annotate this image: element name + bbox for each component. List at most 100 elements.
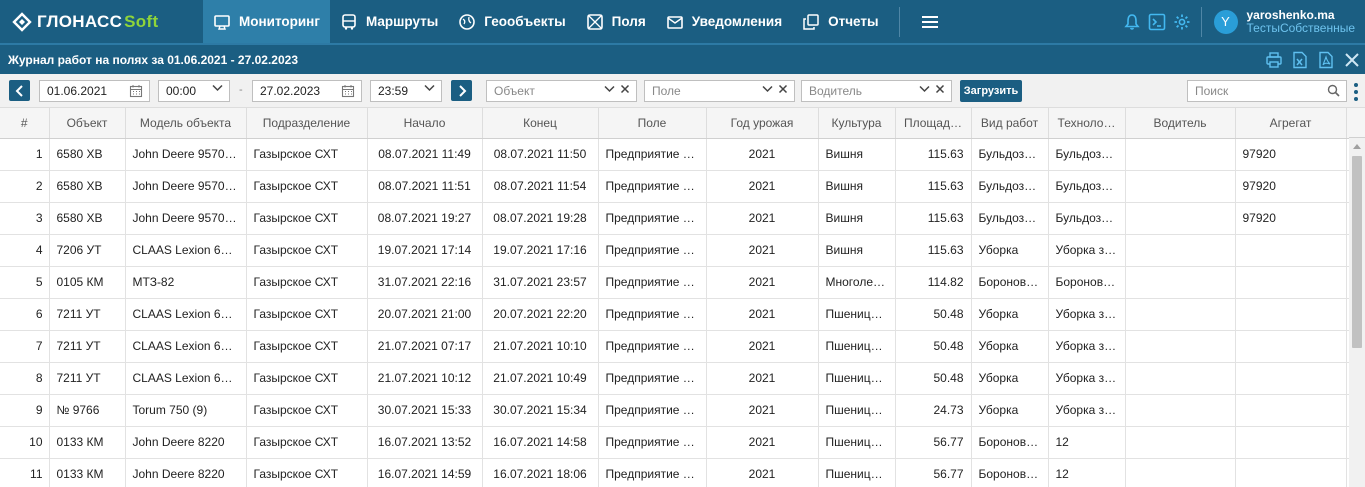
cell-division: Газырское СХТ (246, 394, 368, 427)
clear-icon[interactable] (778, 84, 788, 94)
header-col-technology[interactable]: Техноло… (1048, 108, 1126, 139)
nav-geoobjects[interactable]: Геообъекты (448, 0, 575, 43)
cell-crop: Пшениц… (818, 298, 896, 331)
header-col-field[interactable]: Поле (598, 108, 707, 139)
clear-icon[interactable] (620, 84, 630, 94)
cell-division: Газырское СХТ (246, 458, 368, 487)
cell-implement: 97920 (1235, 138, 1347, 171)
cell-field: Предприятие "… (598, 362, 707, 395)
scroll-up-arrow-icon[interactable] (1353, 144, 1361, 149)
cell-work-type: Уборка (971, 234, 1049, 267)
cell-harvest-year: 2021 (706, 298, 819, 331)
load-button[interactable]: Загрузить (960, 80, 1022, 102)
cell-driver (1125, 138, 1236, 171)
header-col-end[interactable]: Конец (482, 108, 599, 139)
search-input[interactable]: Поиск (1187, 80, 1347, 102)
bus-icon (342, 13, 356, 30)
header-col-work-type[interactable]: Вид работ (971, 108, 1049, 139)
bell-icon[interactable] (1123, 13, 1141, 31)
nav-reports[interactable]: Отчеты (792, 0, 888, 43)
nav-notifications[interactable]: Уведомления (656, 0, 792, 43)
header-col-object[interactable]: Объект (49, 108, 126, 139)
table-row[interactable]: 3 6580 ХВ John Deere 9570… Газырское СХТ 08.… (0, 202, 1349, 235)
cell-division: Газырское СХТ (246, 362, 368, 395)
cell-harvest-year: 2021 (706, 394, 819, 427)
header-col-harvest-year[interactable]: Год урожая (706, 108, 819, 139)
header-col-model[interactable]: Модель объекта (125, 108, 247, 139)
next-period-button[interactable] (451, 80, 472, 101)
calendar-icon[interactable] (129, 84, 143, 98)
cell-end: 21.07.2021 10:10 (482, 330, 599, 363)
time-to-select[interactable]: 23:59 (370, 80, 442, 102)
cell-implement (1235, 298, 1347, 331)
table-row[interactable]: 7 7211 УТ CLAAS Lexion 6… Газырское СХТ 21.0… (0, 330, 1349, 363)
more-options-button[interactable] (1353, 83, 1359, 101)
cell-number: 11 (0, 458, 50, 487)
header-col-area[interactable]: Площад… (895, 108, 972, 139)
scrollbar-thumb[interactable] (1352, 156, 1362, 348)
time-from-select[interactable]: 00:00 (158, 80, 230, 102)
menu-button[interactable] (900, 0, 960, 43)
header-col-driver[interactable]: Водитель (1125, 108, 1236, 139)
table-row[interactable]: 8 7211 УТ CLAAS Lexion 6… Газырское СХТ 21.0… (0, 362, 1349, 395)
cell-work-type: Боронов… (971, 266, 1049, 299)
nav-fields[interactable]: Поля (576, 0, 656, 43)
table-row[interactable]: 11 0133 КМ John Deere 8220 Газырское СХТ 16.… (0, 458, 1349, 487)
nav-monitoring[interactable]: Мониторинг (203, 0, 330, 43)
user-info[interactable]: yaroshenko.ma ТестыСобственные (1247, 8, 1356, 35)
cell-start: 16.07.2021 14:59 (367, 458, 483, 487)
cell-crop: Пшениц… (818, 394, 896, 427)
cell-area: 114.82 (895, 266, 972, 299)
field-filter-select[interactable]: Поле (644, 80, 795, 102)
globe-icon (459, 13, 476, 30)
prev-period-button[interactable] (9, 80, 30, 101)
table-row[interactable]: 4 7206 УТ CLAAS Lexion 6… Газырское СХТ 19.0… (0, 234, 1349, 267)
settings-gear-icon[interactable] (1173, 13, 1191, 31)
user-avatar[interactable]: Y (1213, 9, 1238, 34)
cell-division: Газырское СХТ (246, 330, 368, 363)
calendar-icon[interactable] (341, 84, 355, 98)
cell-division: Газырское СХТ (246, 234, 368, 267)
table-row[interactable]: 6 7211 УТ CLAAS Lexion 6… Газырское СХТ 20.0… (0, 298, 1349, 331)
table-row[interactable]: 1 6580 ХВ John Deere 9570… Газырское СХТ 08.… (0, 138, 1349, 171)
date-from-input[interactable]: 01.06.2021 (39, 80, 150, 102)
header-col-start[interactable]: Начало (367, 108, 483, 139)
table-row[interactable]: 10 0133 КМ John Deere 8220 Газырское СХТ 16.… (0, 426, 1349, 459)
search-icon[interactable] (1327, 84, 1340, 97)
cell-crop: Пшениц… (818, 458, 896, 487)
nav-reports-label: Отчеты (828, 14, 879, 29)
cell-harvest-year: 2021 (706, 170, 819, 203)
table-row[interactable]: 2 6580 ХВ John Deere 9570… Газырское СХТ 08.… (0, 170, 1349, 203)
cell-work-type: Бульдоз… (971, 138, 1049, 171)
cell-technology: Бульдоз… (1048, 138, 1126, 171)
cell-object: 6580 ХВ (49, 202, 126, 235)
cell-driver (1125, 426, 1236, 459)
clear-icon[interactable] (935, 84, 945, 94)
cell-technology: Уборка з… (1048, 330, 1126, 363)
header-col-crop[interactable]: Культура (818, 108, 896, 139)
object-filter-select[interactable]: Объект (486, 80, 637, 102)
cell-end: 30.07.2021 15:34 (482, 394, 599, 427)
date-to-input[interactable]: 27.02.2023 (252, 80, 362, 102)
print-icon[interactable] (1265, 51, 1283, 69)
excel-export-icon[interactable] (1291, 51, 1309, 69)
cell-number: 2 (0, 170, 50, 203)
cell-area: 115.63 (895, 138, 972, 171)
header-col-implement[interactable]: Агрегат (1235, 108, 1347, 139)
cell-number: 5 (0, 266, 50, 299)
nav-routes[interactable]: Маршруты (330, 0, 448, 43)
cell-end: 16.07.2021 14:58 (482, 426, 599, 459)
cell-start: 08.07.2021 11:51 (367, 170, 483, 203)
pdf-export-icon[interactable] (1317, 51, 1335, 69)
driver-filter-select[interactable]: Водитель (801, 80, 952, 102)
app-logo[interactable]: ГЛОНАСС Soft (0, 0, 203, 43)
close-icon[interactable] (1343, 51, 1361, 69)
header-col-division[interactable]: Подразделение (246, 108, 368, 139)
cell-implement: 97920 (1235, 170, 1347, 203)
terminal-icon[interactable] (1148, 13, 1166, 31)
header-col-number[interactable]: # (0, 108, 50, 139)
table-row[interactable]: 5 0105 КМ МТЗ-82 Газырское СХТ 31.07.2021 22… (0, 266, 1349, 299)
vertical-scrollbar[interactable] (1349, 138, 1365, 487)
table-row[interactable]: 9 № 9766 Torum 750 (9) Газырское СХТ 30.07.2… (0, 394, 1349, 427)
cell-model: Torum 750 (9) (125, 394, 247, 427)
